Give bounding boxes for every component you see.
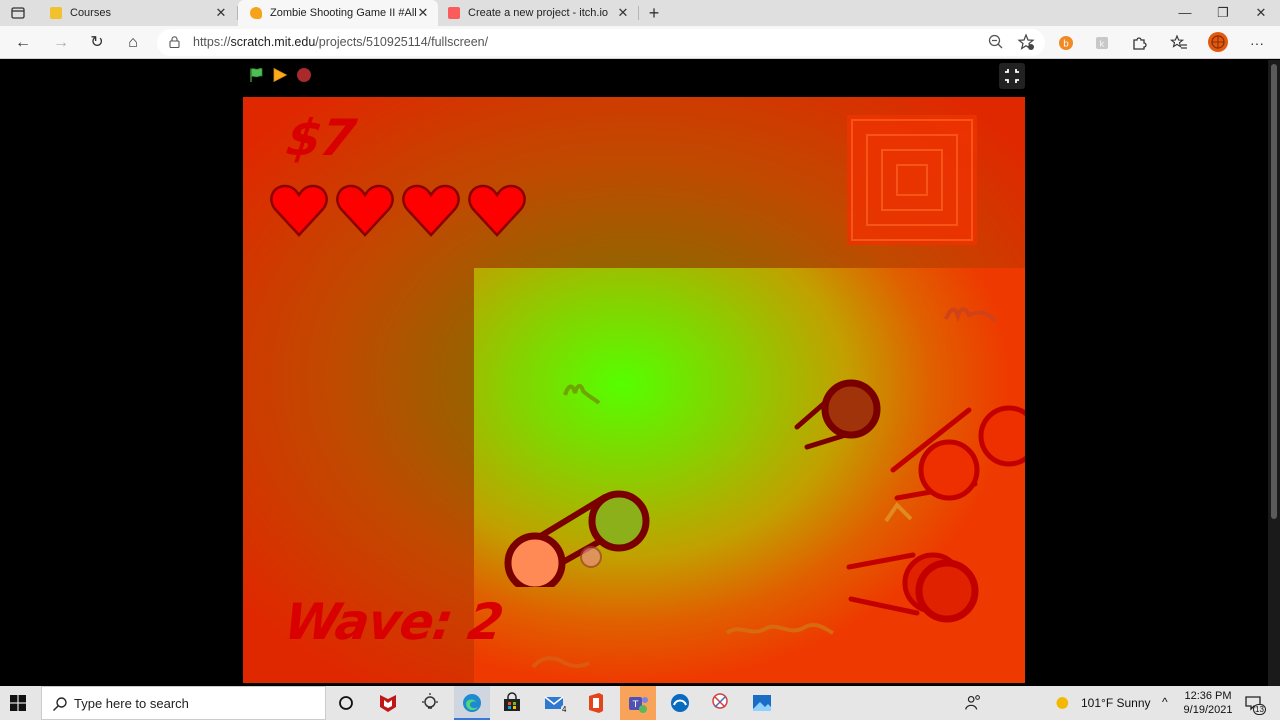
- money-counter: $7: [282, 109, 359, 167]
- restore-button[interactable]: ❐: [1204, 0, 1242, 26]
- scratch-favicon-icon: [250, 7, 262, 19]
- forward-button[interactable]: →: [50, 32, 72, 54]
- office-icon[interactable]: [584, 691, 608, 715]
- tab-divider: [638, 6, 639, 20]
- lightbulb-icon[interactable]: [418, 691, 442, 715]
- webex-icon[interactable]: [668, 691, 692, 715]
- address-bar[interactable]: https://scratch.mit.edu/projects/5109251…: [157, 29, 1045, 56]
- profile-avatar-icon[interactable]: [1208, 32, 1228, 52]
- teams-taskbar-button[interactable]: T: [620, 686, 656, 720]
- url-scheme: https://: [193, 35, 231, 49]
- itch-favicon-icon: [448, 7, 460, 19]
- floor-scribble: [563, 384, 601, 405]
- extension-gray-icon[interactable]: k: [1093, 34, 1111, 52]
- url-path: /projects/510925114/fullscreen/: [315, 35, 489, 49]
- tab-itch[interactable]: Create a new project - itch.io ✕: [438, 0, 638, 26]
- wave-counter: Wave: 2: [280, 593, 507, 651]
- heart-icon: [336, 184, 394, 237]
- heart-icon: [402, 184, 460, 237]
- search-icon: [53, 697, 67, 711]
- player-sprite: [504, 490, 650, 587]
- settings-more-button[interactable]: ···: [1246, 32, 1268, 54]
- mcafee-icon[interactable]: [376, 691, 400, 715]
- teams-icon: T: [629, 697, 648, 713]
- floor-scribble: [531, 656, 590, 669]
- page-scrollbar[interactable]: [1268, 60, 1280, 686]
- svg-text:b: b: [1063, 40, 1069, 50]
- favorites-list-icon[interactable]: [1170, 34, 1188, 52]
- tab-actions-icon[interactable]: [10, 5, 26, 21]
- photos-icon[interactable]: [750, 691, 774, 715]
- edge-icon: [463, 694, 481, 712]
- game-stage[interactable]: $7 Wave: 2: [243, 97, 1025, 683]
- floor-scribble: [725, 622, 834, 635]
- tab-bar: Courses ✕ Zombie Shooting Game II #All #…: [0, 0, 1280, 26]
- floor-scribble: [944, 307, 997, 323]
- url-text[interactable]: https://scratch.mit.edu/projects/5109251…: [193, 35, 488, 49]
- tab-zombie-game[interactable]: Zombie Shooting Game II #All # ✕: [238, 0, 438, 26]
- refresh-button[interactable]: ↻: [86, 32, 108, 54]
- back-button[interactable]: ←: [12, 32, 34, 54]
- play-icon[interactable]: [272, 67, 288, 83]
- windows-taskbar: Type here to search 4 T 101°F Sunny ^ 12…: [0, 686, 1280, 720]
- taskbar-search[interactable]: Type here to search: [41, 686, 326, 720]
- search-placeholder: Type here to search: [74, 696, 189, 711]
- people-icon[interactable]: [962, 692, 984, 714]
- stop-icon[interactable]: [296, 67, 312, 83]
- tab-title: Create a new project - itch.io: [468, 7, 609, 19]
- minimize-button[interactable]: —: [1166, 0, 1204, 26]
- weather-sun-icon[interactable]: [1054, 693, 1074, 713]
- mail-badge: 4: [561, 705, 568, 714]
- zombie-sprite: [846, 552, 979, 623]
- edge-taskbar-button[interactable]: [454, 686, 490, 720]
- exit-fullscreen-icon[interactable]: [999, 63, 1025, 89]
- notification-count: 13: [1253, 704, 1266, 715]
- tab-title: Zombie Shooting Game II #All #: [270, 7, 416, 19]
- snip-icon[interactable]: [708, 691, 732, 715]
- cortana-icon[interactable]: [334, 691, 358, 715]
- lock-icon[interactable]: [169, 36, 180, 48]
- tray-chevron-icon[interactable]: ^: [1162, 695, 1168, 709]
- windows-start-icon[interactable]: [10, 695, 26, 711]
- extensions-puzzle-icon[interactable]: [1130, 34, 1148, 52]
- green-flag-icon[interactable]: [248, 67, 264, 83]
- spawn-zone: [847, 115, 977, 245]
- tab-title: Courses: [70, 7, 111, 19]
- courses-favicon-icon: [50, 7, 62, 19]
- weather-text[interactable]: 101°F Sunny: [1081, 696, 1151, 710]
- close-tab-icon[interactable]: ✕: [214, 5, 228, 21]
- tab-courses[interactable]: Courses ✕: [38, 0, 236, 26]
- close-window-button[interactable]: ✕: [1242, 0, 1280, 26]
- url-host: scratch.mit.edu: [230, 35, 316, 49]
- new-tab-button[interactable]: +: [644, 2, 664, 24]
- scrollbar-thumb[interactable]: [1271, 64, 1277, 519]
- extension-orange-icon[interactable]: b: [1057, 34, 1075, 52]
- browser-toolbar: ← → ↻ ⌂ https://scratch.mit.edu/projects…: [0, 26, 1280, 59]
- zoom-icon[interactable]: [987, 33, 1005, 51]
- heart-icon: [270, 184, 328, 237]
- zombie-sprite: [890, 405, 1025, 501]
- system-clock[interactable]: 12:36 PM 9/19/2021: [1180, 689, 1236, 717]
- zombie-sprite: [794, 379, 881, 450]
- home-button[interactable]: ⌂: [122, 32, 144, 54]
- favorite-star-icon[interactable]: [1017, 33, 1035, 51]
- svg-text:k: k: [1100, 40, 1105, 49]
- store-icon[interactable]: [500, 691, 524, 715]
- close-tab-icon[interactable]: ✕: [416, 5, 430, 21]
- heart-icon: [468, 184, 526, 237]
- svg-text:T: T: [632, 700, 639, 710]
- close-tab-icon[interactable]: ✕: [616, 5, 630, 21]
- clock-time: 12:36 PM: [1184, 690, 1232, 702]
- clock-date: 9/19/2021: [1183, 704, 1233, 716]
